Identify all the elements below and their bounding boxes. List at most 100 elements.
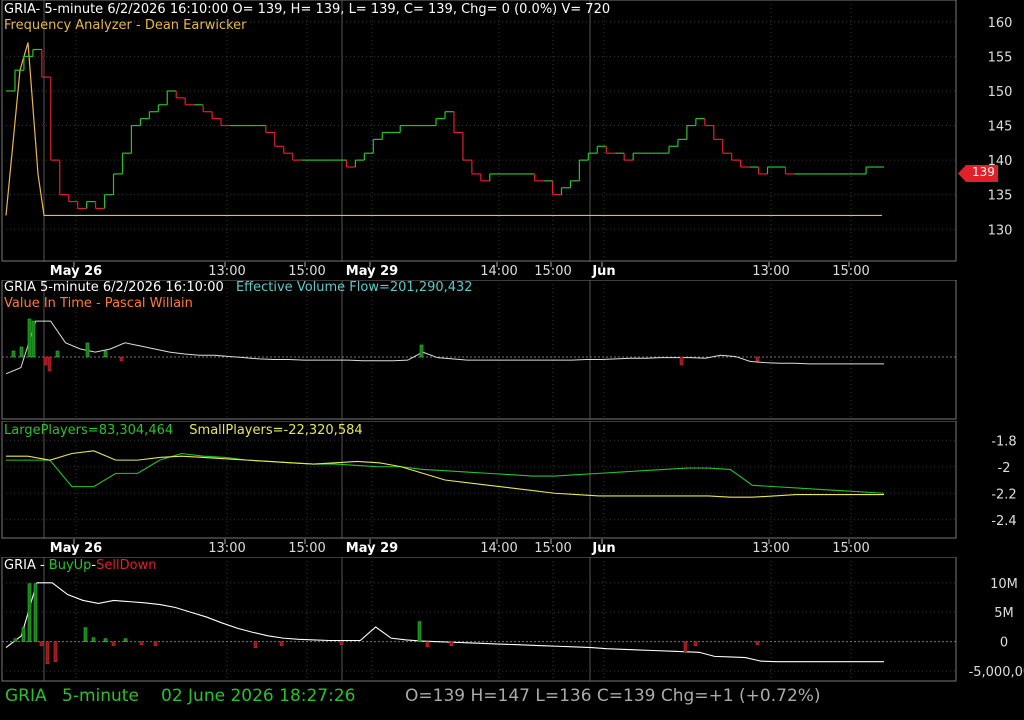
bs-bar [683,641,688,652]
status-datetime: 02 June 2026 18:27:26 [161,686,356,706]
date-label: 15:00 [832,541,869,556]
players-ytick: -2.2 [991,487,1016,502]
date-label: 13:00 [752,541,789,556]
selldown-label: SellDown [96,558,157,573]
players-frame [1,421,957,539]
players-header: LargePlayers=83,304,464 SmallPlayers=-22… [4,423,363,438]
price-chart[interactable]: 130135140145150155160 [0,0,1024,262]
volume-bar [43,356,48,366]
status-interval: 5-minute [62,686,139,706]
volume-flow-panel[interactable]: GRIA 5-minute 6/2/2026 16:10:00 Effectiv… [0,280,1024,420]
status-symbol: GRIA [5,686,47,706]
volume-flow-line [5,320,884,375]
date-label: 15:00 [534,541,571,556]
buyup-selldown-chart[interactable]: 10M 5M 0 -5,000,000 [0,557,1024,682]
bs-bar [111,641,116,646]
bs-bar [449,641,454,646]
bs-bar [139,641,144,645]
price-frame [1,0,957,262]
volume-bar [19,346,24,358]
volume-header-c: Value In Time - Pascal Willain [4,296,193,311]
buyup-selldown-panel[interactable]: 10M 5M 0 -5,000,000 GRIA - BuyUp-SellDown [0,557,1024,682]
volume-bar [27,318,32,358]
bs-bar [33,583,38,642]
date-label: 15:00 [534,264,571,279]
price-ytick: 145 [988,120,1013,135]
small-players-line [6,450,884,498]
volume-bar [11,350,16,358]
volume-bar [31,320,36,358]
date-label: 14:00 [480,541,517,556]
price-ytick: 155 [988,50,1013,65]
price-header-line1: GRIA- 5-minute 6/2/2026 16:10:00 O= 139,… [4,2,611,17]
date-label: 15:00 [288,541,325,556]
players-ytick: -2 [998,461,1011,476]
bs-bar [91,637,96,642]
bs-bar [123,638,128,642]
status-ohlc: O=139 H=147 L=136 C=139 Chg=+1 (+0.72%) [405,686,821,706]
frequency-line [5,42,882,217]
volume-header-symbol: GRIA 5-minute 6/2/2026 16:10:00 [4,280,224,295]
bs-bar [103,638,108,642]
volume-bar [679,356,684,366]
date-label: May 29 [346,541,398,556]
date-label: Jun [591,264,615,279]
date-label: Jun [591,541,615,556]
bs-frame [1,557,957,682]
status-bar: GRIA 5-minute 02 June 2026 18:27:26 O=13… [0,682,1024,720]
date-axis-bottom: May 26 13:00 15:00 May 29 14:00 15:00 Jun 13:00… [50,539,870,556]
price-panel[interactable]: 130 135 140 145 150 155 160 GRIA- 5-minute 6/2… [0,0,1024,262]
bs-bar [13,638,18,642]
bs-bar [693,641,698,646]
volume-bar [119,356,124,362]
price-header-line2: Frequency Analyzer - Dean Earwicker [4,18,247,33]
volume-bar [755,356,760,362]
bs-bar [755,641,760,645]
bs-ytick: 0 [1000,636,1008,651]
price-ytick: 130 [988,223,1013,238]
price-ytick: 160 [988,16,1013,31]
volume-bar [85,342,90,358]
players-ytick: -2.4 [991,514,1016,529]
volume-header-a: GRIA 5-minute 6/2/2026 16:10:00 Effectiv… [4,280,473,295]
bs-bar [417,621,422,642]
players-ytick: -1.8 [991,434,1016,449]
date-label: 13:00 [208,541,245,556]
players-panel[interactable]: -1.8 -2 -2.2 -2.4 LargePlayers=83,304,464 S… [0,421,1024,539]
bs-header-symbol: GRIA - [4,558,49,573]
bs-bar [27,583,32,642]
date-label: 13:00 [208,264,245,279]
price-ytick: 150 [988,85,1013,100]
large-players-label: LargePlayers=83,304,464 [4,423,174,438]
date-label: 15:00 [832,264,869,279]
bs-header: GRIA - BuyUp-SellDown [4,558,156,573]
large-players-line [6,452,885,494]
bs-bar [279,641,284,646]
date-label: May 26 [50,541,102,556]
bs-bar [45,641,50,664]
bs-bar [339,641,344,645]
volume-bar [55,350,60,358]
bs-bar [425,641,430,647]
volume-bar [47,356,52,372]
players-chart[interactable]: -1.8 -2 -2.2 -2.4 [0,421,1024,539]
last-price-label: 139 [972,165,995,179]
bs-bar [83,627,88,642]
bs-bar [253,641,258,648]
buyup-label: BuyUp [48,558,92,573]
last-price-tag: 139 [958,165,998,182]
price-ytick: 135 [988,189,1013,204]
bs-bar [53,641,58,662]
date-label: 15:00 [288,264,325,279]
small-players-label: SmallPlayers=-22,320,584 [189,423,363,438]
volume-header-flow: Effective Volume Flow=201,290,432 [235,280,473,295]
date-label: 13:00 [752,264,789,279]
bs-ytick: 5M [994,606,1014,621]
bs-ytick: -5,000,000 [969,665,1024,680]
bs-bar [21,627,26,642]
bs-ytick: 10M [990,577,1018,592]
volume-bar [419,344,424,358]
volume-bar [103,350,108,358]
date-axis-top: May 26 13:00 15:00 May 29 14:00 15:00 Jun 13:00… [50,262,870,279]
date-label: May 26 [50,264,102,279]
